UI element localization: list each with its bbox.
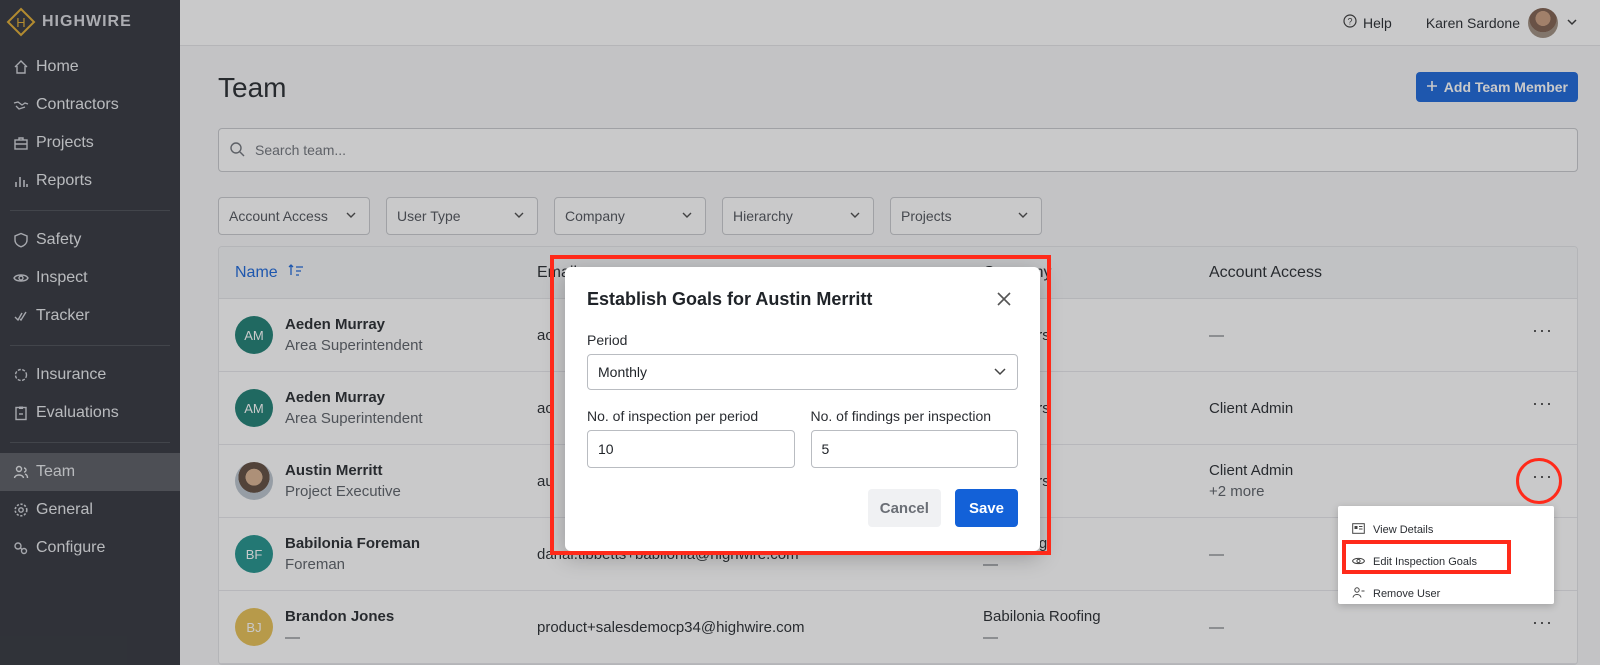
menu-item-remove-user[interactable]: Remove User bbox=[1338, 578, 1554, 610]
user-remove-icon bbox=[1352, 587, 1365, 601]
highlight-edit-goals-annotation bbox=[1342, 540, 1511, 574]
menu-item-label: Remove User bbox=[1373, 588, 1441, 600]
highlight-dialog-annotation bbox=[550, 255, 1051, 555]
highlight-more-actions-annotation bbox=[1516, 458, 1562, 504]
menu-item-label: View Details bbox=[1373, 524, 1434, 536]
id-card-icon bbox=[1352, 523, 1365, 537]
